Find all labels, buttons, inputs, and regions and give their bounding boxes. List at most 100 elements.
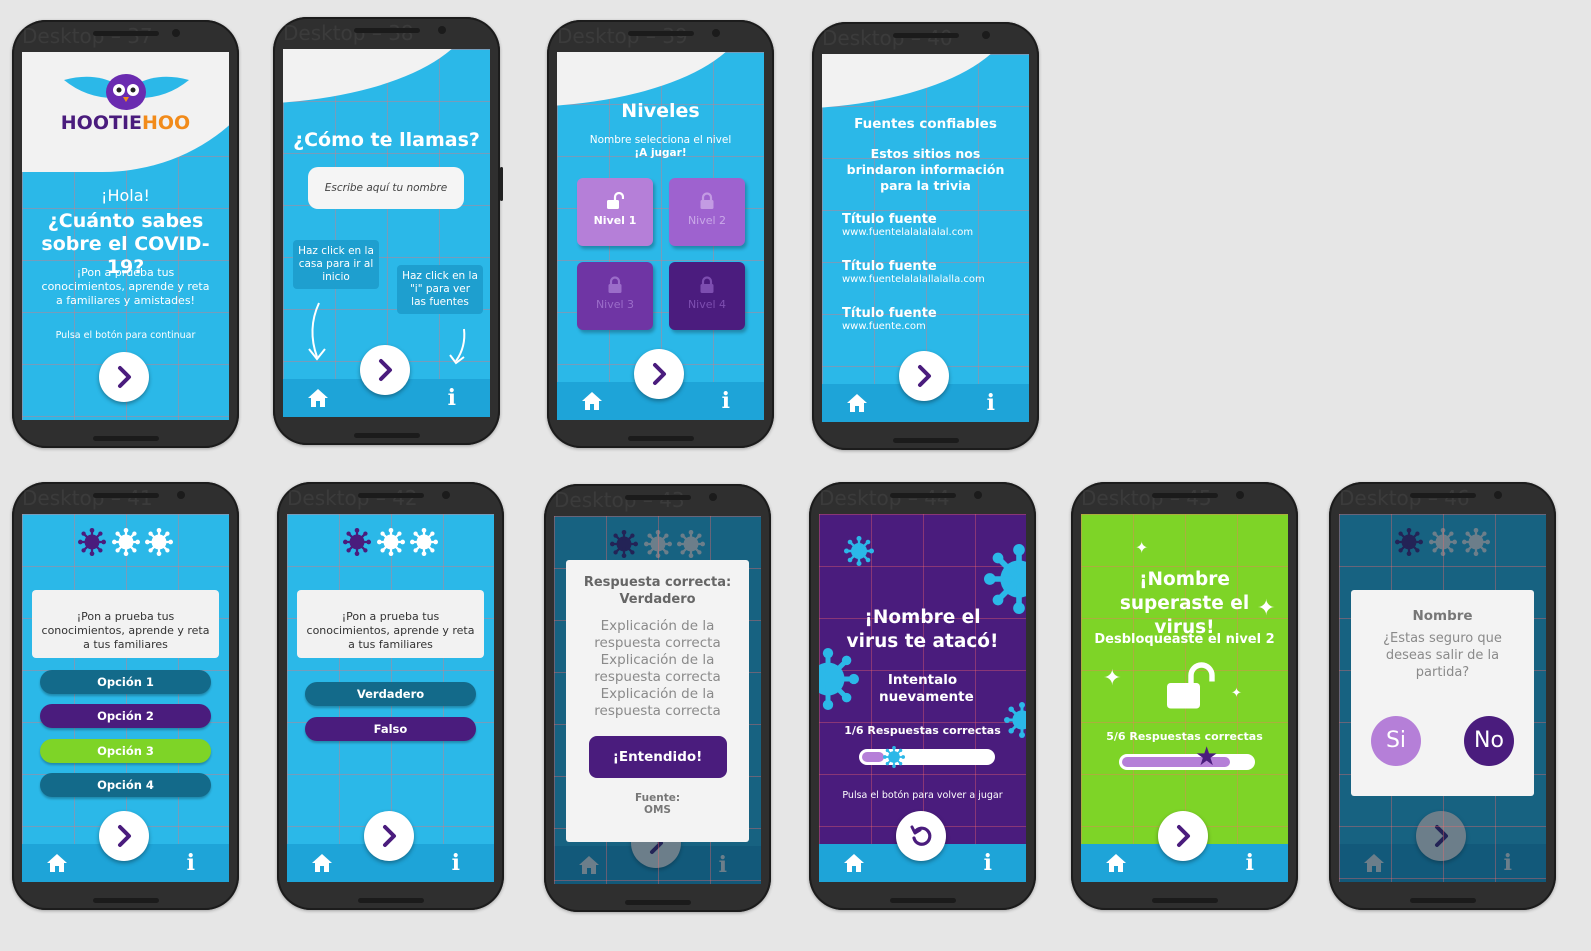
option-3-button[interactable]: Opción 3 bbox=[40, 739, 211, 763]
source-item[interactable]: Título fuente www.fuentelalalallalalla.c… bbox=[842, 259, 985, 285]
artboard-label: Desktop – 41 bbox=[22, 486, 153, 510]
score-progress-bar bbox=[1119, 754, 1255, 770]
chevron-right-icon bbox=[912, 364, 936, 388]
owl-logo-icon bbox=[64, 74, 189, 110]
modal-question: ¿Estas seguro que deseas salir de la par… bbox=[1383, 631, 1502, 680]
tooltip-home: Haz click en la casa para ir al inicio bbox=[293, 240, 379, 289]
next-button[interactable] bbox=[99, 811, 149, 861]
question-card: ¡Pon a prueba tus conocimientos, aprende… bbox=[32, 590, 219, 658]
lock-icon bbox=[698, 276, 716, 294]
question-card: ¡Pon a prueba tus conocimientos, aprende… bbox=[297, 590, 484, 658]
exit-modal: Nombre ¿Estas seguro que deseas salir de… bbox=[1351, 590, 1534, 796]
lives-indicator bbox=[287, 528, 494, 560]
lives-indicator bbox=[22, 528, 229, 560]
option-4-button[interactable]: Opción 4 bbox=[40, 773, 211, 797]
phone-sources: Desktop – 40 Fuentes confiables Estos si… bbox=[812, 22, 1039, 450]
explanation-text: Explicación de la respuesta correcta Exp… bbox=[594, 618, 721, 719]
screen: i Nombre ¿Estas seguro que deseas salir … bbox=[1339, 514, 1546, 882]
artboard-label: Desktop – 46 bbox=[1339, 486, 1470, 510]
option-1-button[interactable]: Opción 1 bbox=[40, 670, 211, 694]
source-label: Fuente: bbox=[634, 792, 681, 804]
page-title: ¡Nombre superaste el virus! bbox=[1119, 569, 1250, 638]
home-icon[interactable] bbox=[311, 853, 333, 873]
name-input[interactable]: Escribe aquí tu nombre bbox=[308, 167, 464, 209]
virus-icon bbox=[343, 528, 371, 556]
page-title: Niveles bbox=[621, 100, 700, 122]
virus-icon bbox=[883, 746, 905, 768]
greeting: ¡Hola! bbox=[101, 186, 150, 205]
home-icon[interactable] bbox=[843, 853, 865, 873]
artboard-label: Desktop – 42 bbox=[287, 486, 418, 510]
chevron-right-icon bbox=[377, 824, 401, 848]
replay-hint: Pulsa el botón para volver a jugar bbox=[842, 790, 1003, 801]
sparkle-icon: ✦ bbox=[1135, 538, 1149, 557]
modal-title: Nombre bbox=[1412, 608, 1473, 624]
replay-icon bbox=[910, 825, 932, 846]
info-icon[interactable]: i bbox=[722, 388, 730, 414]
level-3-button[interactable]: Nivel 3 bbox=[577, 262, 653, 330]
next-button[interactable] bbox=[360, 345, 410, 395]
no-button[interactable]: No bbox=[1464, 716, 1514, 766]
info-icon[interactable]: i bbox=[984, 850, 992, 876]
source-item[interactable]: Título fuente www.fuente.com bbox=[842, 306, 937, 332]
page-title: Fuentes confiables bbox=[854, 116, 997, 132]
screen: ¡Pon a prueba tus conocimientos, aprende… bbox=[287, 514, 494, 882]
level-4-button[interactable]: Nivel 4 bbox=[669, 262, 745, 330]
home-icon[interactable] bbox=[1105, 853, 1127, 873]
sparkle-icon: ✦ bbox=[1231, 686, 1242, 701]
lock-icon bbox=[698, 192, 716, 210]
screen: i Respuesta correcta: Verdadero Explicac… bbox=[554, 516, 761, 884]
home-icon[interactable] bbox=[846, 393, 868, 413]
sparkle-icon: ✦ bbox=[1103, 666, 1122, 691]
next-button[interactable] bbox=[1158, 811, 1208, 861]
screen: HOOTIEHOO ¡Hola! ¿Cuánto sabes sobre el … bbox=[22, 52, 229, 420]
tooltip-info: Haz click en la "i" para ver las fuentes bbox=[397, 265, 483, 314]
home-icon[interactable] bbox=[46, 853, 68, 873]
yes-button[interactable]: Si bbox=[1371, 716, 1421, 766]
false-button[interactable]: Falso bbox=[305, 717, 476, 741]
phone-answer-feedback: Desktop – 43 i Respuesta correcta: Verda… bbox=[544, 484, 771, 912]
next-button[interactable] bbox=[899, 351, 949, 401]
score-text: 5/6 Respuestas correctas bbox=[1106, 730, 1263, 743]
phone-name: Desktop – 38 ¿Cómo te llamas? Escribe aq… bbox=[273, 17, 503, 445]
virus-icon bbox=[112, 528, 140, 556]
next-button[interactable] bbox=[634, 349, 684, 399]
info-icon[interactable]: i bbox=[1246, 850, 1254, 876]
subtitle: Desbloqueaste el nivel 2 bbox=[1094, 632, 1275, 647]
chevron-right-icon bbox=[112, 824, 136, 848]
star-icon: ★ bbox=[1195, 742, 1219, 772]
phone-game-over: Desktop – 44 ¡Nombre el virus te atacó! … bbox=[809, 482, 1036, 910]
screen: ✦ ✦ ✦ ✦ ¡Nombre superaste el virus! Desb… bbox=[1081, 514, 1288, 882]
next-button[interactable] bbox=[99, 352, 149, 402]
artboard-label: Desktop – 43 bbox=[554, 488, 685, 512]
info-icon[interactable]: i bbox=[987, 390, 995, 416]
phone-level-complete: Desktop – 45 ✦ ✦ ✦ ✦ ¡Nombre superaste e… bbox=[1071, 482, 1298, 910]
replay-button[interactable] bbox=[896, 811, 946, 861]
info-icon[interactable]: i bbox=[452, 850, 460, 876]
brand-name: HOOTIEHOO bbox=[60, 112, 191, 134]
subtitle: Estos sitios nos brindaron información p… bbox=[846, 146, 1005, 193]
artboard-label: Desktop – 39 bbox=[557, 24, 688, 48]
virus-icon bbox=[377, 528, 405, 556]
info-icon[interactable]: i bbox=[187, 850, 195, 876]
true-button[interactable]: Verdadero bbox=[305, 682, 476, 706]
page-title: ¿Cómo te llamas? bbox=[293, 129, 480, 151]
home-icon[interactable] bbox=[581, 391, 603, 411]
source-item[interactable]: Título fuente www.fuentelalalalalal.com bbox=[842, 212, 973, 238]
answer-modal: Respuesta correcta: Verdadero Explicació… bbox=[566, 560, 749, 842]
chevron-right-icon bbox=[647, 362, 671, 386]
home-icon[interactable] bbox=[307, 388, 329, 408]
artboard-label: Desktop – 37 bbox=[22, 24, 153, 48]
next-button[interactable] bbox=[364, 811, 414, 861]
source-value: OMS bbox=[644, 804, 671, 816]
arrow-down-icon bbox=[308, 302, 326, 361]
info-icon[interactable]: i bbox=[448, 385, 456, 411]
screen: ¿Cómo te llamas? Escribe aquí tu nombre … bbox=[283, 49, 490, 417]
understood-button[interactable]: ¡Entendido! bbox=[588, 736, 727, 778]
score-text: 1/6 Respuestas correctas bbox=[844, 724, 1001, 737]
level-1-button[interactable]: Nivel 1 bbox=[577, 178, 653, 246]
page-title: ¡Nombre el virus te atacó! bbox=[846, 607, 999, 652]
level-2-button[interactable]: Nivel 2 bbox=[669, 178, 745, 246]
option-2-button[interactable]: Opción 2 bbox=[40, 704, 211, 728]
lock-icon bbox=[606, 276, 624, 294]
